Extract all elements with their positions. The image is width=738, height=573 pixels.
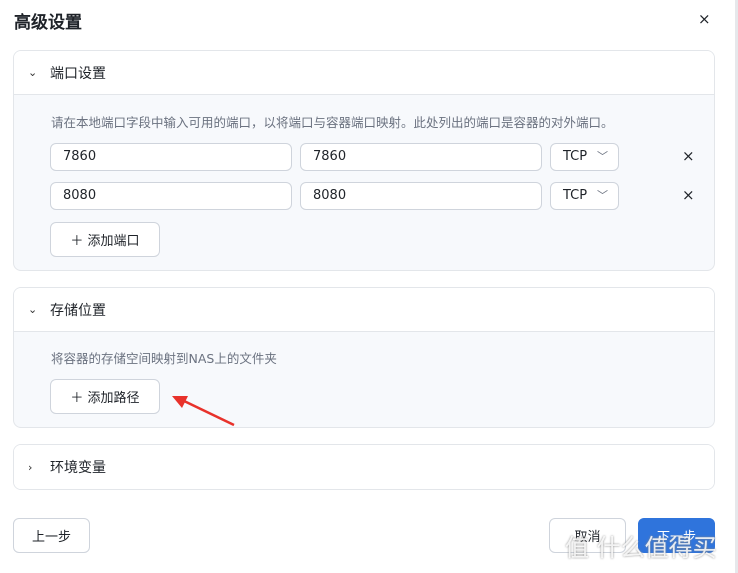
protocol-value: TCP xyxy=(563,188,588,203)
storage-panel: ⌄ 存储位置 将容器的存储空间映射到NAS上的文件夹 ＋ 添加路径 xyxy=(13,287,715,428)
env-title: 环境变量 xyxy=(50,460,106,476)
local-port-input[interactable]: 8080 xyxy=(50,182,292,210)
cancel-button[interactable]: 取消 xyxy=(549,518,626,553)
next-button[interactable]: 下一步 xyxy=(638,518,715,553)
remove-port-icon[interactable]: × xyxy=(682,147,695,165)
chevron-down-icon: ⌄ xyxy=(28,303,38,316)
dialog-title: 高级设置 xyxy=(14,13,82,33)
protocol-select[interactable]: TCP ﹀ xyxy=(550,143,619,171)
prev-button[interactable]: 上一步 xyxy=(13,518,90,553)
close-icon[interactable]: × xyxy=(698,10,711,28)
container-port-input[interactable]: 7860 xyxy=(300,143,542,171)
ports-description: 请在本地端口字段中输入可用的端口，以将端口与容器端口映射。此处列出的端口是容器的… xyxy=(51,115,614,130)
container-port-input[interactable]: 8080 xyxy=(300,182,542,210)
chevron-down-icon: ﹀ xyxy=(597,150,608,163)
add-path-button[interactable]: ＋ 添加路径 xyxy=(50,379,160,414)
env-panel: › 环境变量 xyxy=(13,444,715,490)
storage-header[interactable]: ⌄ 存储位置 xyxy=(14,288,714,332)
ports-panel: ⌄ 端口设置 请在本地端口字段中输入可用的端口，以将端口与容器端口映射。此处列出的… xyxy=(13,50,715,271)
remove-port-icon[interactable]: × xyxy=(682,186,695,204)
storage-description: 将容器的存储空间映射到NAS上的文件夹 xyxy=(51,351,277,366)
local-port-input[interactable]: 7860 xyxy=(50,143,292,171)
storage-title: 存储位置 xyxy=(50,302,106,319)
add-port-button[interactable]: ＋ 添加端口 xyxy=(50,222,160,257)
protocol-value: TCP xyxy=(563,149,588,164)
env-header[interactable]: › 环境变量 xyxy=(14,445,714,489)
ports-title: 端口设置 xyxy=(50,65,106,82)
chevron-down-icon: ﹀ xyxy=(597,189,608,202)
chevron-right-icon: › xyxy=(28,460,33,474)
protocol-select[interactable]: TCP ﹀ xyxy=(550,182,619,210)
ports-header[interactable]: ⌄ 端口设置 xyxy=(14,51,714,95)
chevron-down-icon: ⌄ xyxy=(28,66,38,79)
